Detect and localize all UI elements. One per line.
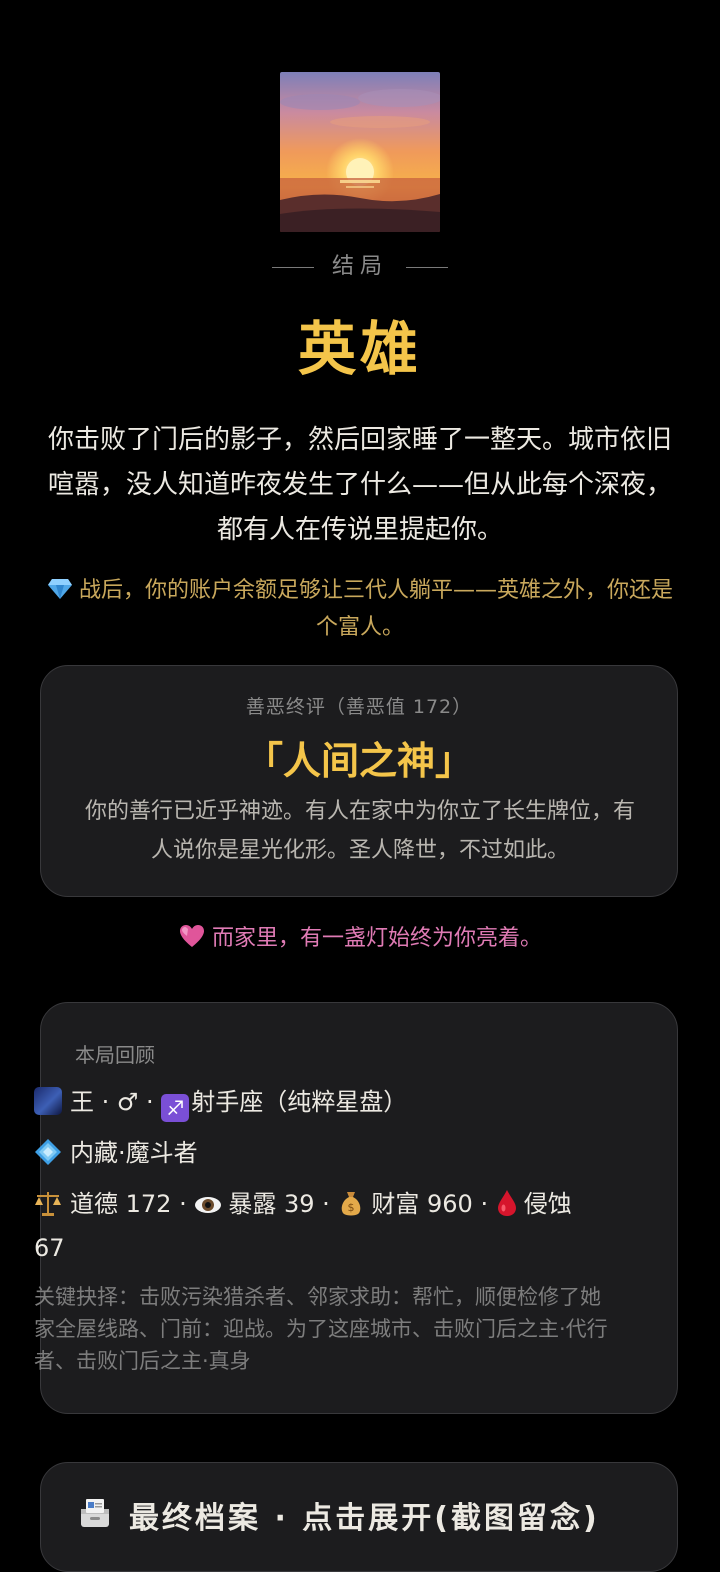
judgement-card: 善恶终评（善恶值 172） 「人间之神」 你的善行已近乎神迹。有人在家中为你立了… bbox=[40, 665, 678, 897]
family-note: 而家里，有一盏灯始终为你亮着。 bbox=[0, 920, 720, 955]
review-stats-line: 道德 172 · 暴露 39 · $ 财富 960 · 侵蚀 67 bbox=[34, 1185, 604, 1268]
sagittarius-icon: ♐ bbox=[161, 1094, 190, 1122]
exposure-stat: 暴露 39 · bbox=[228, 1190, 338, 1218]
morality-stat: 道德 172 · bbox=[70, 1190, 195, 1218]
judgement-heading: 善恶终评（善恶值 172） bbox=[245, 696, 473, 718]
eye-icon bbox=[194, 1189, 222, 1228]
ending-label: 结局 bbox=[0, 248, 720, 280]
blood-drop-icon bbox=[496, 1189, 518, 1229]
wealth-note-text: 战后，你的账户余额足够让三代人躺平——英雄之外，你还是个富人。 bbox=[78, 578, 673, 640]
divider-right bbox=[406, 266, 448, 268]
key-choices: 关键抉择：击败污染猎杀者、邻家求助：帮忙，顺便检修了她家全屋线路、门前：迎战。为… bbox=[34, 1285, 608, 1373]
ending-sunset-image bbox=[280, 72, 440, 232]
judgement-body: 你的善行已近乎神迹。有人在家中为你立了长生牌位，有人说你是星光化形。圣人降世，不… bbox=[85, 799, 636, 863]
sign-text: 射手座（纯粹星盘） bbox=[191, 1088, 408, 1116]
galaxy-icon bbox=[34, 1087, 62, 1115]
gem-icon bbox=[47, 577, 73, 611]
final-archive-button[interactable]: 最终档案 · 点击展开(截图留念) bbox=[40, 1462, 678, 1572]
review-identity-line: 王 · ♂ · ♐ 射手座（纯粹星盘） bbox=[34, 1083, 604, 1122]
archive-icon bbox=[77, 1495, 113, 1531]
scales-icon bbox=[34, 1189, 62, 1229]
svg-text:$: $ bbox=[348, 1201, 355, 1214]
ending-title: 英雄 bbox=[297, 315, 422, 383]
judgement-title: 「人间之神」 bbox=[244, 739, 473, 783]
ending-story: 你击败了门后的影子，然后回家睡了一整天。城市依旧喧嚣，没人知道昨夜发生了什么——… bbox=[47, 425, 672, 545]
identity-text: 王 · ♂ · bbox=[70, 1088, 162, 1116]
review-heading: 本局回顾 bbox=[75, 1043, 155, 1067]
divider-left bbox=[271, 266, 314, 268]
wealth-stat: 财富 960 · bbox=[371, 1190, 496, 1218]
ending-label-text: 结局 bbox=[331, 254, 388, 279]
diamond-icon bbox=[34, 1138, 62, 1178]
money-bag-icon: $ bbox=[337, 1189, 365, 1229]
review-trait-line: 内藏·魔斗者 bbox=[34, 1134, 604, 1178]
wealth-note: 战后，你的账户余额足够让三代人躺平——英雄之外，你还是个富人。 bbox=[40, 574, 680, 645]
trait-text: 内藏·魔斗者 bbox=[70, 1139, 198, 1167]
family-note-text: 而家里，有一盏灯始终为你亮着。 bbox=[211, 926, 542, 951]
heart-icon bbox=[178, 923, 206, 955]
final-archive-label: 最终档案 · 点击展开(截图留念) bbox=[129, 1501, 600, 1536]
